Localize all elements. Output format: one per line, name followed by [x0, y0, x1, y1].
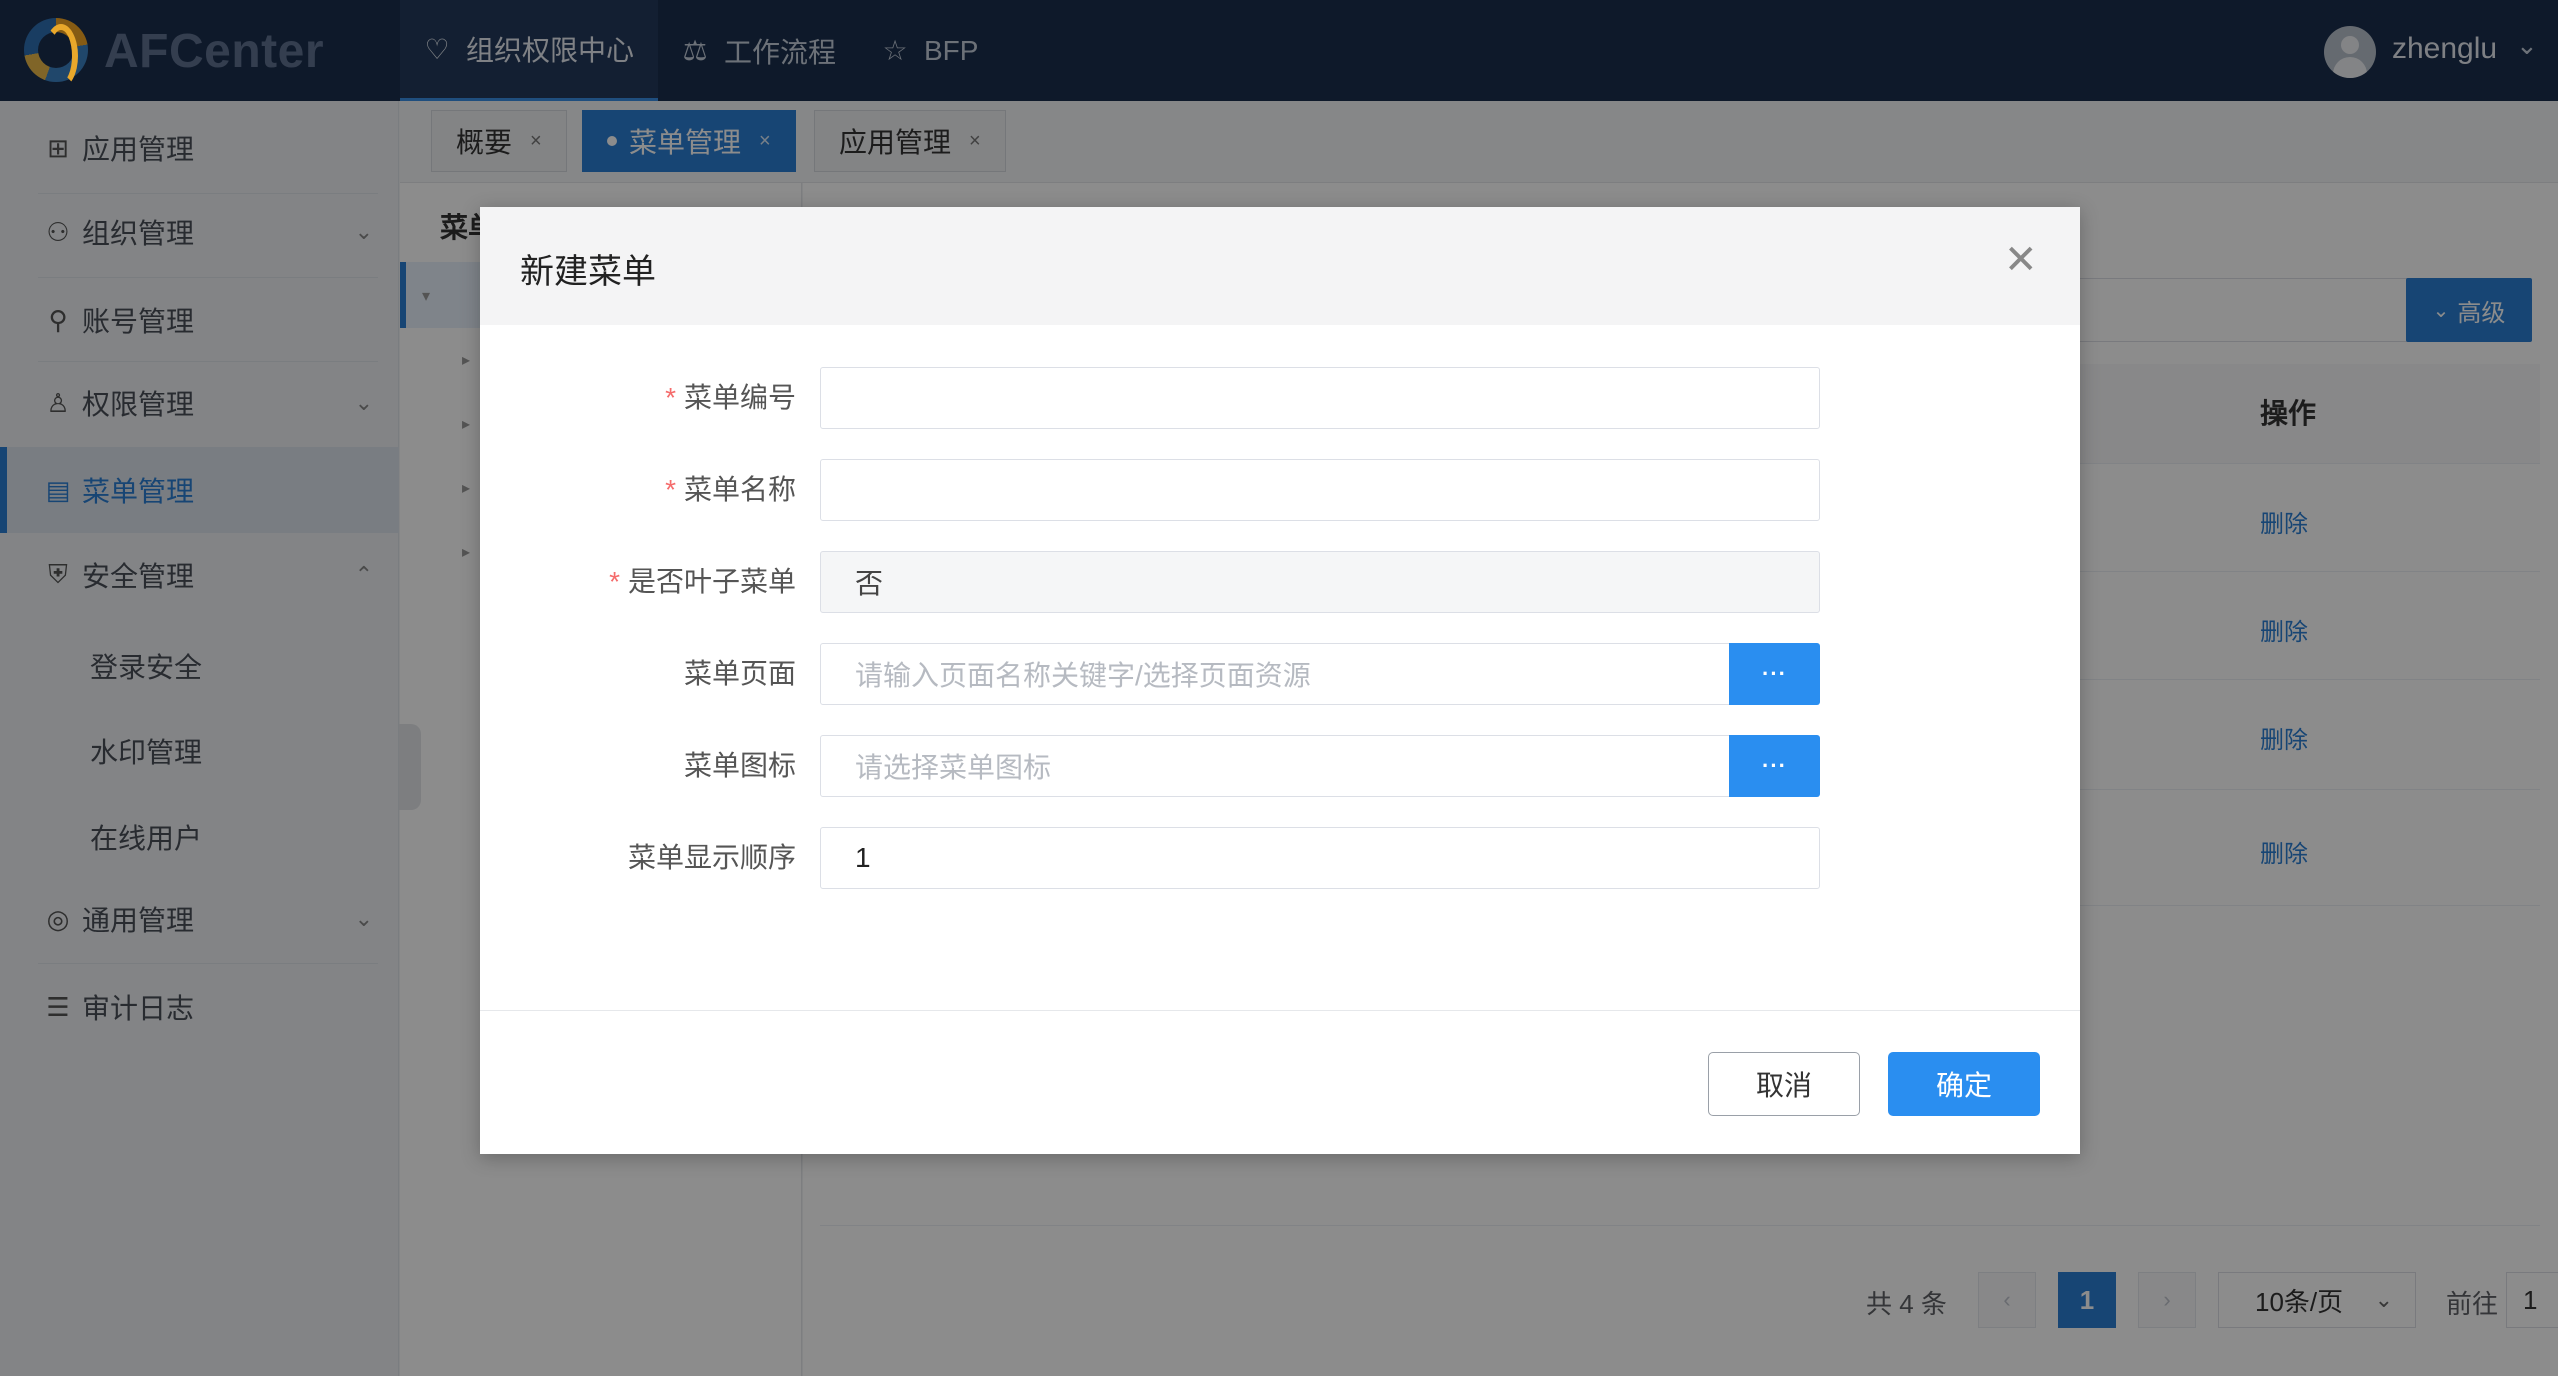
menu-name-label: * 菜单名称: [665, 474, 796, 505]
menu-page-label: 菜单页面: [683, 658, 796, 689]
menu-page-input[interactable]: 请输入页面名称关键字/选择页面资源: [820, 643, 1730, 705]
dialog-header: [480, 207, 2080, 325]
menu-icon-label: 菜单图标: [683, 750, 796, 781]
menu-icon-input[interactable]: 请选择菜单图标: [820, 735, 1730, 797]
menu-code-label: * 菜单编号: [665, 382, 796, 413]
select-icon-button[interactable]: ···: [1729, 735, 1820, 797]
dialog-title: 新建菜单: [520, 253, 656, 291]
menu-order-input[interactable]: 1: [820, 827, 1820, 889]
menu-name-input[interactable]: [820, 459, 1820, 521]
close-icon[interactable]: ✕: [2004, 240, 2038, 280]
select-page-button[interactable]: ···: [1729, 643, 1820, 705]
cancel-button[interactable]: 取消: [1708, 1052, 1860, 1116]
confirm-button[interactable]: 确定: [1888, 1052, 2040, 1116]
menu-code-input[interactable]: [820, 367, 1820, 429]
menu-order-label: 菜单显示顺序: [627, 842, 796, 873]
is-leaf-label: * 是否叶子菜单: [609, 566, 796, 597]
dialog-footer-divider: [480, 1010, 2080, 1011]
is-leaf-field: 否: [820, 551, 1820, 613]
